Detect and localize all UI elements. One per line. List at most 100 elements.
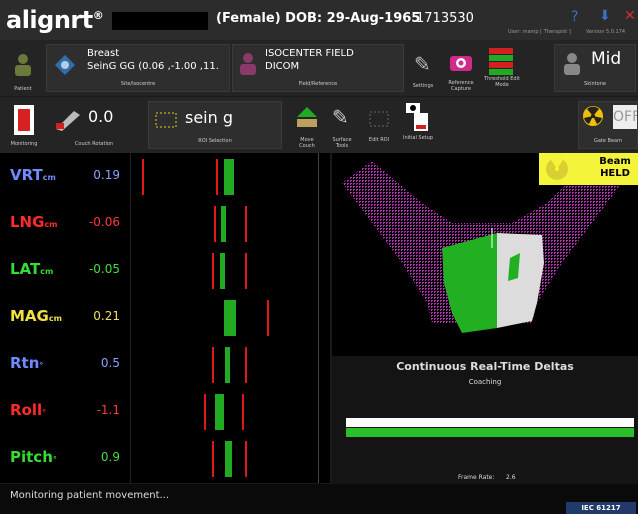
axis-deviation-bar: [221, 206, 226, 242]
roi-icon: [155, 112, 177, 128]
person-icon: [15, 54, 31, 76]
axis-label: LATcm: [10, 260, 54, 278]
axis-label: Rtn°: [10, 354, 44, 372]
axis-deviation-bar: [225, 347, 230, 383]
axis-label: Roll°: [10, 401, 47, 419]
status-message: Monitoring patient movement...: [10, 490, 170, 501]
skintone-selector[interactable]: Mid Skintone: [554, 44, 636, 92]
tolerance-limit-bar: [212, 253, 214, 289]
field-title: ISOCENTER FIELD: [265, 48, 354, 59]
move-couch-button[interactable]: Move Couch: [292, 101, 322, 149]
skintone-person-icon: [564, 53, 580, 75]
surface-tools-button[interactable]: ✎ Surface Tools: [326, 101, 358, 149]
axis-deviation-bar: [215, 394, 224, 430]
iec-badge: IEC 61217: [566, 502, 636, 514]
tolerance-limit-bar: [245, 347, 247, 383]
patient-toolbar: Patient Breast SeinG GG (0.06 ,-1.00 ,11…: [0, 40, 638, 96]
settings-button[interactable]: ✎ Settings: [408, 44, 438, 92]
tolerance-limit-bar: [212, 441, 214, 477]
help-icon[interactable]: ?: [571, 9, 578, 25]
axis-value: 0.19: [93, 168, 120, 182]
frame-rate-label: Frame Rate:: [458, 474, 495, 481]
monitoring-button[interactable]: Monitoring: [4, 101, 44, 149]
tolerance-limit-bar: [142, 159, 144, 195]
axis-row-rtn: Rtn° 0.5: [0, 341, 318, 388]
axis-value: -0.06: [88, 215, 120, 229]
tolerance-limit-bar: [216, 159, 218, 195]
tolerance-limit-bar: [242, 394, 244, 430]
frame-rate-value: 2.6: [506, 474, 516, 481]
axis-value: 0.9: [100, 450, 120, 464]
patient-name-redaction: [112, 12, 208, 30]
edit-roi-icon: [369, 111, 389, 127]
move-couch-icon: [297, 107, 317, 127]
tolerance-limit-bar: [214, 206, 216, 242]
axis-value: 0.21: [93, 309, 120, 323]
patient-button[interactable]: Patient: [4, 44, 42, 92]
site-title: Breast: [87, 48, 120, 59]
monitoring-toolbar: Monitoring 0.0 Couch Rotation sein g ROI…: [0, 97, 638, 153]
patient-id: 1713530: [416, 11, 474, 26]
tolerance-limit-bar: [204, 394, 206, 430]
field-person-icon: [240, 53, 256, 75]
axis-label: LNGcm: [10, 213, 58, 231]
couch-rotation-control[interactable]: 0.0 Couch Rotation: [48, 101, 140, 149]
coaching-reference-bar: [346, 418, 634, 427]
version-label: Version 5.0.174: [586, 29, 626, 35]
initial-setup-icon: [406, 103, 428, 131]
axis-row-lng: LNGcm -0.06: [0, 200, 318, 247]
patient-info: (Female) DOB: 29-Aug-1965: [216, 11, 421, 26]
axis-value: 0.5: [100, 356, 120, 370]
threshold-icon: [489, 48, 513, 75]
site-isocentre: SeinG GG (0.06 ,-1.00 ,11.: [87, 61, 219, 72]
threshold-edit-mode-button[interactable]: Threshold Edit Mode: [482, 44, 522, 92]
axis-deviation-bar: [224, 159, 234, 195]
tolerance-limit-bar: [245, 441, 247, 477]
axis-value: -0.05: [88, 262, 120, 276]
motion-axes-panel: VRTcm 0.19 LNGcm -0.06 LATcm -0.05 MAGcm 0.21 Rt…: [0, 153, 330, 483]
field-reference-selector[interactable]: ISOCENTER FIELD DICOM Field/Reference: [232, 44, 404, 92]
skintone-value: Mid: [591, 49, 622, 69]
tolerance-limit-bar: [212, 347, 214, 383]
deltas-title: Continuous Real-Time Deltas: [396, 360, 574, 373]
wrench-icon: ✎: [414, 52, 431, 76]
reference-capture-button[interactable]: Reference Capture: [444, 44, 478, 92]
gate-beam-control[interactable]: OFF Gate Beam: [578, 101, 638, 149]
axis-label: VRTcm: [10, 166, 56, 184]
tolerance-limit-bar: [267, 300, 269, 336]
axis-row-vrt: VRTcm 0.19: [0, 153, 318, 200]
beam-state: HELD: [600, 168, 630, 179]
coaching-label: Coaching: [468, 378, 502, 386]
close-icon[interactable]: ✕: [624, 8, 636, 24]
status-bar: Monitoring patient movement... IEC 61217: [0, 484, 638, 514]
roi-selection-control[interactable]: sein g ROI Selection: [148, 101, 282, 149]
surface-tools-icon: ✎: [332, 105, 349, 129]
download-icon[interactable]: ⬇: [599, 8, 611, 24]
gate-beam-toggle[interactable]: OFF: [613, 105, 637, 129]
field-source: DICOM: [265, 61, 300, 72]
edit-roi-button[interactable]: Edit ROI: [362, 101, 396, 149]
monitoring-icon: [14, 105, 34, 135]
beam-status-indicator: Beam HELD: [539, 153, 638, 185]
coaching-live-bar: [346, 428, 634, 437]
beam-radiation-icon: [546, 158, 568, 180]
axis-label: MAGcm: [10, 307, 62, 325]
axis-deviation-bar: [224, 300, 236, 336]
couch-rotation-value: 0.0: [88, 107, 114, 126]
axis-label: Pitch°: [10, 448, 57, 466]
alignrt-logo: alignrt®: [6, 6, 104, 34]
axis-row-lat: LATcm -0.05: [0, 247, 318, 294]
axis-deviation-bar: [225, 441, 232, 477]
axis-row-mag: MAGcm 0.21: [0, 294, 318, 341]
realtime-deltas-panel: Continuous Real-Time Deltas Coaching Fra…: [332, 356, 638, 484]
axis-row-pitch: Pitch° 0.9: [0, 435, 318, 482]
axis-deviation-bar: [220, 253, 225, 289]
axis-row-roll: Roll° -1.1: [0, 388, 318, 435]
initial-setup-button[interactable]: Initial Setup: [398, 101, 438, 149]
surface-3d-view[interactable]: Beam HELD: [332, 153, 638, 356]
couch-icon: [56, 111, 80, 131]
tolerance-limit-bar: [245, 253, 247, 289]
beam-label: Beam: [599, 156, 631, 167]
site-isocentre-selector[interactable]: Breast SeinG GG (0.06 ,-1.00 ,11. Site/I…: [46, 44, 230, 92]
tolerance-limit-bar: [245, 206, 247, 242]
